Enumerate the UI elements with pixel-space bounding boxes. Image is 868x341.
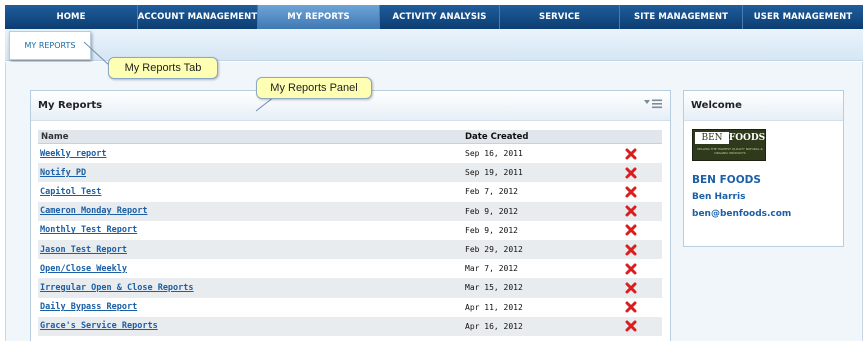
table-row: Notify PD Sep 19, 2011 <box>38 163 662 183</box>
report-name-cell: Notify PD <box>38 168 465 178</box>
report-date: Apr 16, 2012 <box>465 321 523 331</box>
delete-icon[interactable] <box>625 320 637 332</box>
report-date: Apr 11, 2012 <box>465 302 523 312</box>
report-name-cell: Irregular Open & Close Reports <box>38 283 465 293</box>
report-link[interactable]: Capitol Test <box>40 187 101 197</box>
delete-icon[interactable] <box>625 186 637 198</box>
table-header: Name Date Created <box>38 130 662 144</box>
column-date-header: Date Created <box>465 131 529 142</box>
report-link[interactable]: Grace's Service Reports <box>40 321 158 331</box>
my-reports-panel: My Reports Name Date Created Weekly repo… <box>30 90 671 341</box>
delete-cell <box>625 263 662 275</box>
nav-account-management[interactable]: ACCOUNT MANAGEMENT <box>138 5 258 29</box>
report-link[interactable]: Weekly report <box>40 149 107 159</box>
panel-title: My Reports <box>38 100 103 111</box>
panel-title: Welcome <box>691 100 742 111</box>
delete-icon[interactable] <box>625 301 637 313</box>
report-name-cell: Monthly Test Report <box>38 225 465 235</box>
callout-tab-label: My Reports Tab <box>108 57 218 79</box>
report-name-cell: Jason Test Report <box>38 245 465 255</box>
callout-panel-label: My Reports Panel <box>256 77 372 99</box>
report-name-cell: Capitol Test <box>38 187 465 197</box>
table-row: Monthly Test Report Feb 9, 2012 <box>38 220 662 240</box>
report-date: Feb 29, 2012 <box>465 245 523 255</box>
column-name-header: Name <box>41 131 69 142</box>
report-link[interactable]: Cameron Monday Report <box>40 206 147 216</box>
report-link[interactable]: Irregular Open & Close Reports <box>40 283 194 293</box>
delete-icon[interactable] <box>625 148 637 160</box>
user-email[interactable]: ben@benfoods.com <box>692 209 791 219</box>
delete-cell <box>625 186 662 198</box>
report-name-cell: Grace's Service Reports <box>38 321 465 331</box>
table-row: Capitol Test Feb 7, 2012 <box>38 182 662 202</box>
nav-home[interactable]: HOME <box>5 5 138 29</box>
company-name: BEN FOODS <box>692 174 761 186</box>
table-row: Irregular Open & Close Reports Mar 15, 20… <box>38 278 662 298</box>
top-nav: HOME ACCOUNT MANAGEMENT MY REPORTS ACTIV… <box>5 5 863 29</box>
logo-text-left: BEN <box>695 132 729 144</box>
report-name-cell: Cameron Monday Report <box>38 206 465 216</box>
report-name-cell: Open/Close Weekly <box>38 264 465 274</box>
report-link[interactable]: Monthly Test Report <box>40 225 137 235</box>
nav-service[interactable]: SERVICE <box>500 5 620 29</box>
delete-icon[interactable] <box>625 263 637 275</box>
logo-text-right: FOODS <box>728 133 766 143</box>
panel-header: Welcome <box>684 91 843 121</box>
table-row: Cameron Monday Report Feb 9, 2012 <box>38 201 662 221</box>
delete-icon[interactable] <box>625 167 637 179</box>
logo-tagline: SELLING THE HIGHEST QUALITY NATURAL & OR… <box>697 147 763 155</box>
nav-activity-analysis[interactable]: ACTIVITY ANALYSIS <box>380 5 500 29</box>
panel-menu-icon[interactable] <box>644 99 662 109</box>
welcome-panel: Welcome BEN FOODS SELLING THE HIGHEST QU… <box>683 90 844 247</box>
nav-site-management[interactable]: SITE MANAGEMENT <box>620 5 743 29</box>
nav-my-reports[interactable]: MY REPORTS <box>258 5 380 29</box>
table-row: Jason Test Report Feb 29, 2012 <box>38 239 662 260</box>
table-row: Grace's Service Reports Apr 16, 2012 <box>38 316 662 336</box>
report-link[interactable]: Open/Close Weekly <box>40 264 127 274</box>
report-link[interactable]: Daily Bypass Report <box>40 302 137 312</box>
delete-cell <box>625 205 662 217</box>
delete-cell <box>625 320 662 332</box>
delete-cell <box>625 244 662 256</box>
tab-my-reports[interactable]: MY REPORTS <box>9 31 91 60</box>
report-date: Sep 16, 2011 <box>465 149 523 159</box>
delete-cell <box>625 224 662 236</box>
report-date: Feb 9, 2012 <box>465 206 518 216</box>
report-link[interactable]: Notify PD <box>40 168 86 178</box>
delete-cell <box>625 282 662 294</box>
delete-icon[interactable] <box>625 205 637 217</box>
delete-icon[interactable] <box>625 282 637 294</box>
report-name-cell: Daily Bypass Report <box>38 302 465 312</box>
delete-icon[interactable] <box>625 224 637 236</box>
table-body: Weekly report Sep 16, 2011 Notify PD Sep 19… <box>38 144 662 336</box>
report-name-cell: Weekly report <box>38 149 465 159</box>
delete-cell <box>625 148 662 160</box>
nav-user-management[interactable]: USER MANAGEMENT <box>743 5 863 29</box>
report-date: Mar 7, 2012 <box>465 264 518 274</box>
table-row: Daily Bypass Report Apr 11, 2012 <box>38 297 662 317</box>
report-date: Feb 7, 2012 <box>465 187 518 197</box>
reports-table: Name Date Created Weekly report Sep 16, 2… <box>38 130 662 336</box>
company-logo: BEN FOODS SELLING THE HIGHEST QUALITY NA… <box>692 129 766 161</box>
table-row: Open/Close Weekly Mar 7, 2012 <box>38 259 662 279</box>
delete-cell <box>625 167 662 179</box>
report-date: Feb 9, 2012 <box>465 225 518 235</box>
delete-icon[interactable] <box>625 244 637 256</box>
report-link[interactable]: Jason Test Report <box>40 245 127 255</box>
report-date: Mar 15, 2012 <box>465 283 523 293</box>
table-row: Weekly report Sep 16, 2011 <box>38 144 662 164</box>
user-name: Ben Harris <box>692 192 746 202</box>
delete-cell <box>625 301 662 313</box>
report-date: Sep 19, 2011 <box>465 168 523 178</box>
